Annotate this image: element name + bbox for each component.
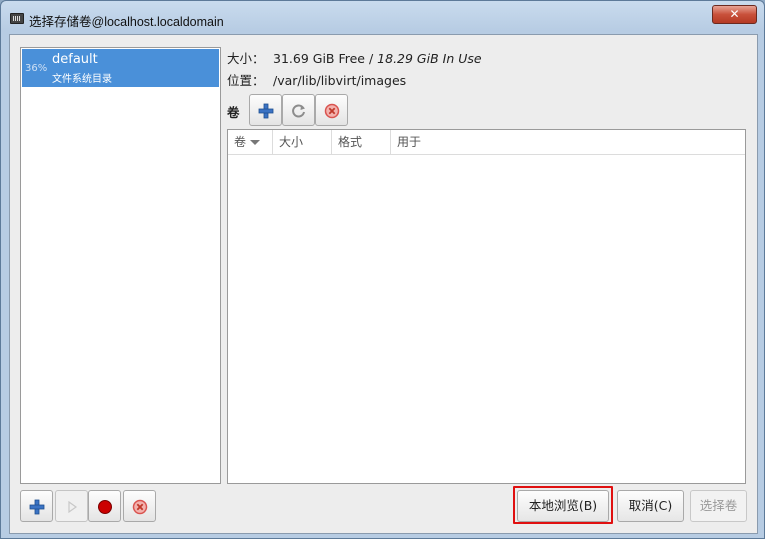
delete-icon	[132, 499, 148, 515]
column-header-format[interactable]: 格式	[332, 130, 391, 155]
window-title: 选择存储卷@localhost.localdomain	[29, 15, 224, 29]
dialog-window: 选择存储卷@localhost.localdomain ✕ 36% defaul…	[0, 0, 765, 539]
delete-pool-button[interactable]	[123, 490, 156, 522]
add-volume-button[interactable]	[249, 94, 282, 126]
close-button[interactable]: ✕	[712, 5, 757, 24]
pool-list[interactable]: 36% default 文件系统目录	[20, 47, 221, 484]
delete-icon	[324, 103, 340, 119]
highlight-box	[513, 486, 613, 524]
refresh-volumes-button[interactable]	[282, 94, 315, 126]
app-icon	[10, 13, 24, 24]
dialog-body: 36% default 文件系统目录 大小： 31.69 GiB Free / 1…	[9, 34, 758, 534]
pool-name: default	[52, 52, 98, 67]
pool-size-row: 大小： 31.69 GiB Free / 18.29 GiB In Use	[227, 48, 482, 67]
plus-icon	[29, 499, 45, 515]
pool-item-default[interactable]: 36% default 文件系统目录	[22, 49, 219, 87]
size-in-use: 18.29 GiB In Use	[377, 51, 482, 66]
size-label: 大小：	[227, 51, 265, 66]
column-header-volume-label: 卷	[234, 135, 247, 149]
title-bar[interactable]: 选择存储卷@localhost.localdomain ✕	[1, 1, 764, 35]
stop-pool-button[interactable]	[88, 490, 121, 522]
record-stop-icon	[98, 500, 112, 514]
location-value: /var/lib/libvirt/images	[273, 73, 407, 88]
plus-icon	[258, 103, 274, 119]
size-free: 31.69 GiB Free /	[273, 51, 374, 66]
location-label: 位置：	[227, 73, 265, 88]
pool-location-row: 位置： /var/lib/libvirt/images	[227, 70, 406, 89]
cancel-button[interactable]: 取消(C)	[617, 490, 684, 522]
add-pool-button[interactable]	[20, 490, 53, 522]
start-pool-button[interactable]	[55, 490, 88, 522]
column-header-used-by[interactable]: 用于	[391, 130, 747, 155]
refresh-icon	[292, 104, 305, 118]
play-icon	[68, 500, 78, 514]
sort-down-icon	[250, 140, 261, 145]
pool-usage: 36%	[25, 63, 48, 74]
pool-type: 文件系统目录	[52, 74, 112, 85]
volume-table-header: 卷 大小 格式 用于	[228, 130, 745, 155]
volumes-section-label: 卷	[227, 105, 240, 120]
choose-volume-button[interactable]: 选择卷	[690, 490, 747, 522]
delete-volume-button[interactable]	[315, 94, 348, 126]
column-header-volume[interactable]: 卷	[228, 130, 273, 155]
volume-table[interactable]: 卷 大小 格式 用于	[227, 129, 746, 484]
column-header-size[interactable]: 大小	[273, 130, 332, 155]
